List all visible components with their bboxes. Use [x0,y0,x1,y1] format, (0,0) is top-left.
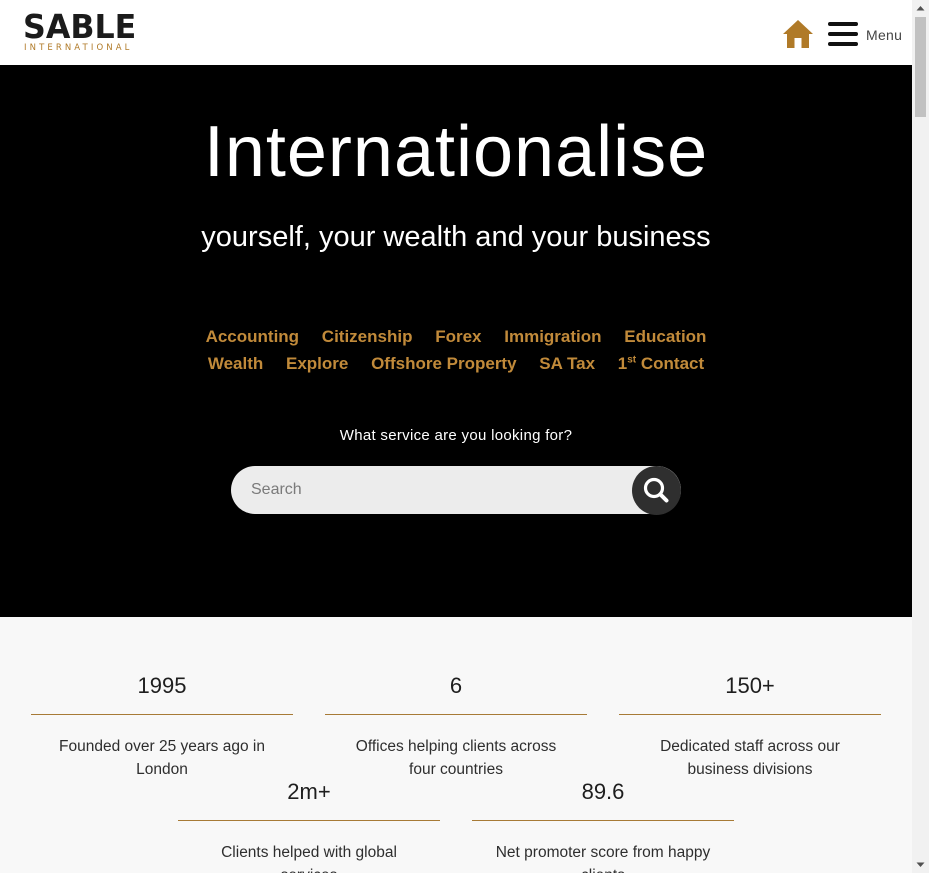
stat-divider [472,820,734,821]
sable-logo[interactable]: SABLE INTERNATIONAL [23,7,137,56]
service-link-immigration[interactable]: Immigration [504,327,601,346]
scroll-up-arrow-icon [916,6,925,11]
page: SABLE INTERNATIONAL Menu Internationalis… [0,0,912,873]
first-contact-ordinal: st [627,354,637,366]
scroll-down-arrow-icon [916,862,925,867]
service-row-2: Wealth Explore Offshore Property SA Tax … [0,350,912,377]
search-bar [231,466,681,515]
service-link-explore[interactable]: Explore [286,354,348,373]
stat-description: Clients helped with global services [221,844,397,873]
vertical-scrollbar[interactable] [912,0,929,873]
service-link-accounting[interactable]: Accounting [206,327,300,346]
service-row-1: Accounting Citizenship Forex Immigration… [0,323,912,350]
stat-value: 1995 [137,673,187,698]
search-button[interactable] [632,466,681,515]
search-prompt: What service are you looking for? [339,427,573,444]
home-icon [783,20,813,48]
search-icon [643,477,669,503]
stat-value: 2m+ [287,779,331,804]
stat-value: 89.6 [581,779,625,804]
stat-divider [619,714,881,715]
site-header: SABLE INTERNATIONAL Menu [0,0,912,65]
stat-description: Net promoter score from happy clients [495,844,711,873]
service-link-first-contact[interactable]: 1st Contact [618,354,704,373]
service-link-citizenship[interactable]: Citizenship [322,327,413,346]
hamburger-icon [828,21,858,47]
scroll-thumb[interactable] [915,17,926,117]
stats-section: 1995 Founded over 25 years ago in London… [0,617,912,873]
home-button[interactable] [781,18,815,50]
stat-value: 6 [449,673,463,698]
search-input[interactable] [231,466,621,514]
first-contact-text: Contact [636,354,705,373]
logo-subtitle: INTERNATIONAL [24,43,133,53]
hero-subtitle: yourself, your wealth and your business [201,221,711,253]
service-link-wealth[interactable]: Wealth [208,354,263,373]
logo-wordmark: SABLE [23,7,137,46]
menu-button[interactable]: Menu [828,21,908,49]
service-link-education[interactable]: Education [624,327,706,346]
service-link-sa-tax[interactable]: SA Tax [539,354,595,373]
menu-label: Menu [866,27,903,43]
stat-divider [31,714,293,715]
scroll-down-button[interactable] [912,856,929,873]
hero-title: Internationalise [203,112,709,192]
stat-value: 150+ [725,673,775,698]
first-contact-number: 1 [617,354,628,373]
service-links: Accounting Citizenship Forex Immigration… [0,323,912,377]
stat-divider [325,714,587,715]
service-link-offshore-property[interactable]: Offshore Property [371,354,516,373]
hero-section: Internationalise yourself, your wealth a… [0,65,912,617]
scroll-up-button[interactable] [912,0,929,17]
service-link-forex[interactable]: Forex [435,327,481,346]
stat-divider [178,820,440,821]
